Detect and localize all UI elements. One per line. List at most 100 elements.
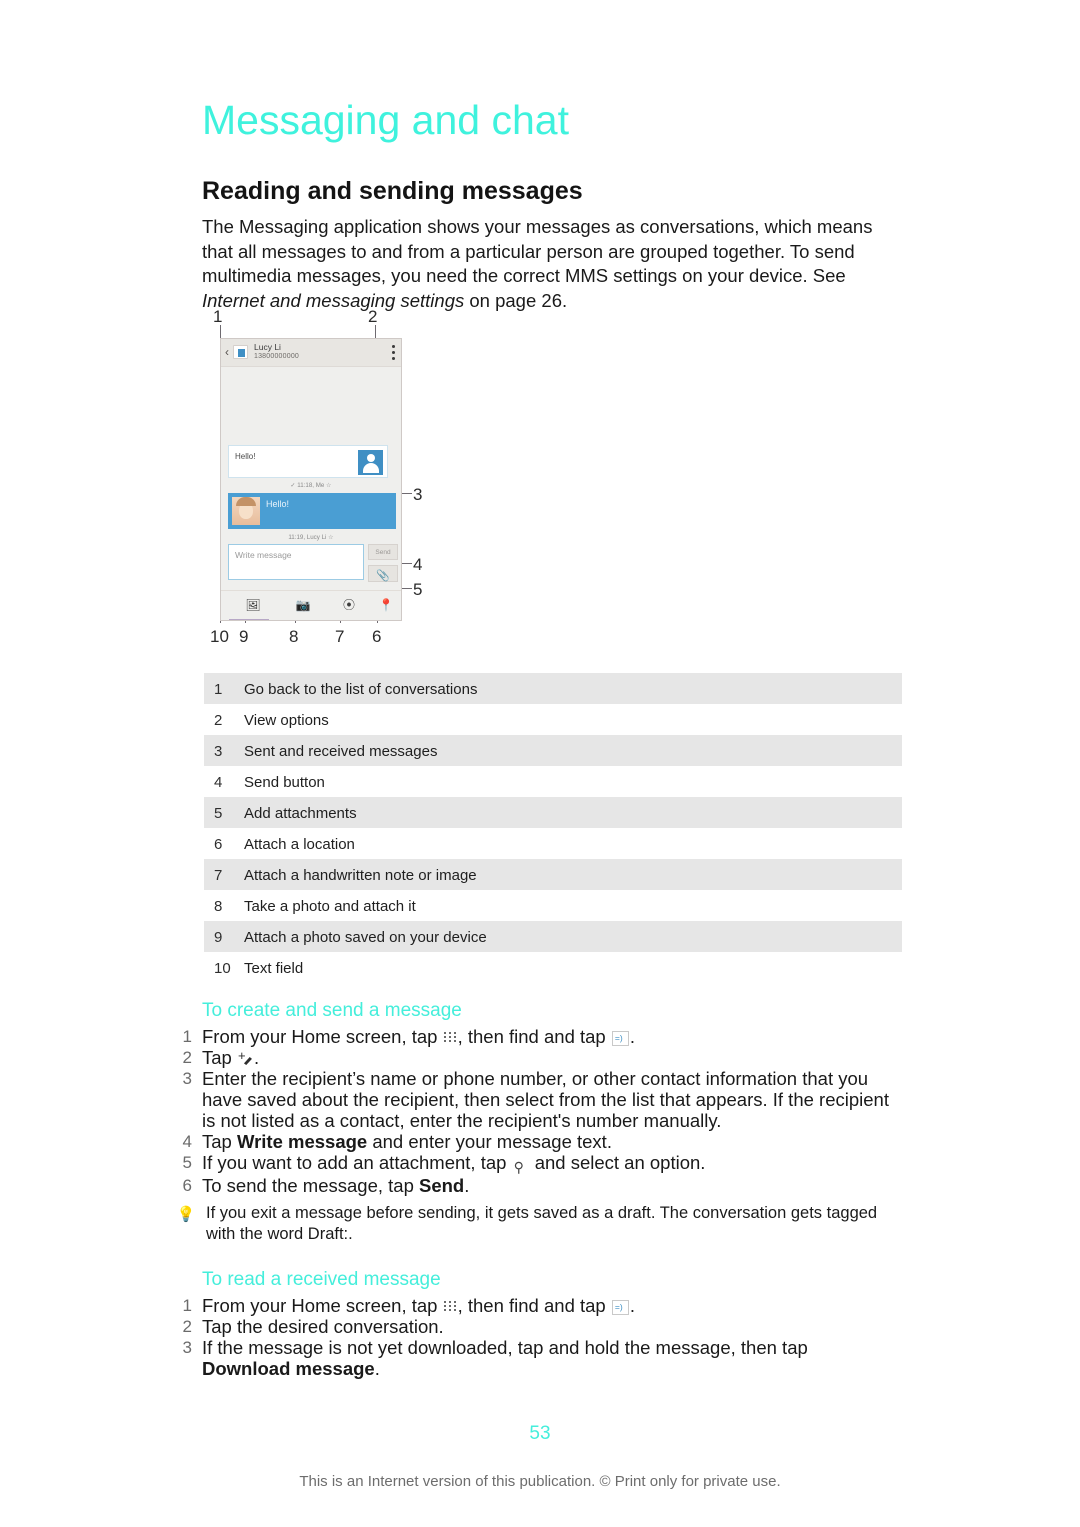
paperclip-icon: ⚲ xyxy=(513,1159,524,1175)
legend-number: 1 xyxy=(214,681,223,698)
add-attachment-button[interactable]: 📎 xyxy=(368,565,398,582)
message-photo-thumbnail xyxy=(232,497,260,525)
legend-label: Sent and received messages xyxy=(244,743,438,760)
list-item: 1 From your Home screen, tap , then find … xyxy=(174,1026,894,1047)
footer-note: This is an Internet version of this publ… xyxy=(299,1473,781,1490)
callout-4: 4 xyxy=(413,555,423,574)
list-item: 3 If the message is not yet downloaded, t… xyxy=(174,1337,894,1379)
procedure-heading-create: To create and send a message xyxy=(202,1000,462,1021)
write-message-input[interactable]: Write message xyxy=(228,544,364,580)
overflow-menu-icon[interactable] xyxy=(392,345,395,360)
list-item: 4 Tap Write message and enter your messag… xyxy=(174,1131,894,1152)
contact-photo-icon xyxy=(358,450,383,475)
read-step1-text-c: . xyxy=(629,1295,635,1316)
messaging-app-icon xyxy=(611,1031,629,1046)
step5-text-b: and select an option. xyxy=(529,1152,706,1173)
legend-label: Attach a handwritten note or image xyxy=(244,867,477,884)
contact-name: Lucy Li xyxy=(254,342,281,352)
table-row: 10 Text field xyxy=(204,952,902,983)
callout-9: 9 xyxy=(239,627,249,646)
send-button[interactable]: Send xyxy=(368,544,398,560)
procedure-steps-read: 1 From your Home screen, tap , then find … xyxy=(174,1295,894,1379)
step-number: 2 xyxy=(182,1317,192,1336)
table-row: 1 Go back to the list of conversations xyxy=(204,673,902,704)
table-row: 3 Sent and received messages xyxy=(204,735,902,766)
step-number: 2 xyxy=(182,1048,192,1067)
callout-3: 3 xyxy=(413,485,423,504)
read-step1-text-a: From your Home screen, tap xyxy=(202,1295,443,1316)
step-number: 4 xyxy=(182,1132,192,1151)
send-button-label: Send xyxy=(375,549,391,556)
legend-label: Add attachments xyxy=(244,805,357,822)
step1-text-b: , then find and tap xyxy=(457,1026,611,1047)
messaging-app-icon xyxy=(611,1300,629,1315)
step4-text-b: and enter your message text. xyxy=(367,1131,612,1152)
attachment-toolbar: 🖼 📷 ⦿ 📍 xyxy=(221,590,401,620)
list-item: 2 Tap . xyxy=(174,1045,894,1068)
legend-number: 4 xyxy=(214,774,223,791)
legend-number: 8 xyxy=(214,898,223,915)
table-row: 2 View options xyxy=(204,704,902,735)
read-step3-text-a: If the message is not yet downloaded, ta… xyxy=(202,1337,808,1358)
callout-2: 2 xyxy=(368,307,378,326)
new-message-icon xyxy=(238,1045,253,1067)
app-drawer-grid-icon xyxy=(443,1301,457,1314)
back-arrow-icon[interactable]: ‹ xyxy=(225,346,232,358)
intro-text-part-1: The Messaging application shows your mes… xyxy=(202,216,873,287)
callout-7: 7 xyxy=(335,627,345,646)
message-bubble-outgoing: Hello! xyxy=(228,493,396,529)
phone-figure: 1 2 3 4 5 6 7 8 9 10 ‹ Lucy Li 138000000… xyxy=(205,305,430,650)
table-row: 7 Attach a handwritten note or image xyxy=(204,859,902,890)
message-bubble-incoming: Hello! xyxy=(228,445,388,478)
step3-text: Enter the recipient’s name or phone numb… xyxy=(202,1068,889,1131)
step2-text-a: Tap xyxy=(202,1047,237,1068)
tip-text: If you exit a message before sending, it… xyxy=(206,1204,878,1243)
list-item: 2 Tap the desired conversation. xyxy=(174,1316,894,1337)
step-number: 6 xyxy=(182,1176,192,1195)
table-row: 6 Attach a location xyxy=(204,828,902,859)
list-item: 1 From your Home screen, tap , then find … xyxy=(174,1295,894,1316)
step4-bold-label: Write message xyxy=(236,1131,368,1152)
legend-label: View options xyxy=(244,712,329,729)
read-step1-text-b: , then find and tap xyxy=(457,1295,611,1316)
legend-label: Text field xyxy=(244,960,304,977)
legend-number: 10 xyxy=(214,960,231,977)
table-row: 5 Add attachments xyxy=(204,797,902,828)
location-pin-icon[interactable]: 📍 xyxy=(376,597,396,613)
section-heading: Reading and sending messages xyxy=(202,177,583,205)
procedure-heading-read: To read a received message xyxy=(202,1269,441,1290)
legend-number: 3 xyxy=(214,743,223,760)
step6-bold-label: Send xyxy=(419,1175,465,1196)
step2-text-b: . xyxy=(253,1047,260,1068)
tip-callout: 💡 If you exit a message before sending, … xyxy=(176,1203,892,1245)
contact-avatar xyxy=(233,345,248,359)
read-step3-text-b: . xyxy=(374,1358,380,1379)
legend-label: Attach a photo saved on your device xyxy=(244,929,487,946)
step4-text-a: Tap xyxy=(202,1131,237,1152)
step-number: 3 xyxy=(182,1338,192,1357)
handwriting-icon[interactable]: ⦿ xyxy=(339,597,359,613)
table-row: 8 Take a photo and attach it xyxy=(204,890,902,921)
step6-text-b: . xyxy=(464,1175,470,1196)
step-number: 5 xyxy=(182,1153,192,1172)
legend-number: 5 xyxy=(214,805,223,822)
step1-text-c: . xyxy=(629,1026,635,1047)
message-text-incoming: Hello! xyxy=(235,452,256,461)
list-item: 6 To send the message, tap Send. xyxy=(174,1175,894,1196)
step1-text-a: From your Home screen, tap xyxy=(202,1026,443,1047)
legend-label: Attach a location xyxy=(244,836,355,853)
intro-paragraph: The Messaging application shows your mes… xyxy=(202,215,892,313)
procedure-steps-create: 1 From your Home screen, tap , then find … xyxy=(174,1026,894,1196)
callout-5: 5 xyxy=(413,580,423,599)
step-number: 1 xyxy=(182,1027,192,1046)
legend-number: 7 xyxy=(214,867,223,884)
write-message-placeholder: Write message xyxy=(235,550,292,560)
paperclip-icon: 📎 xyxy=(376,570,390,582)
camera-icon[interactable]: 📷 xyxy=(293,597,313,613)
legend-label: Take a photo and attach it xyxy=(244,898,416,915)
image-icon[interactable]: 🖼 xyxy=(243,597,263,613)
legend-label: Send button xyxy=(244,774,325,791)
phone-screen: ‹ Lucy Li 13800000000 Hello! ✓ 11:18, Me… xyxy=(220,338,402,621)
callout-6: 6 xyxy=(372,627,382,646)
lightbulb-icon: 💡 xyxy=(176,1206,196,1223)
